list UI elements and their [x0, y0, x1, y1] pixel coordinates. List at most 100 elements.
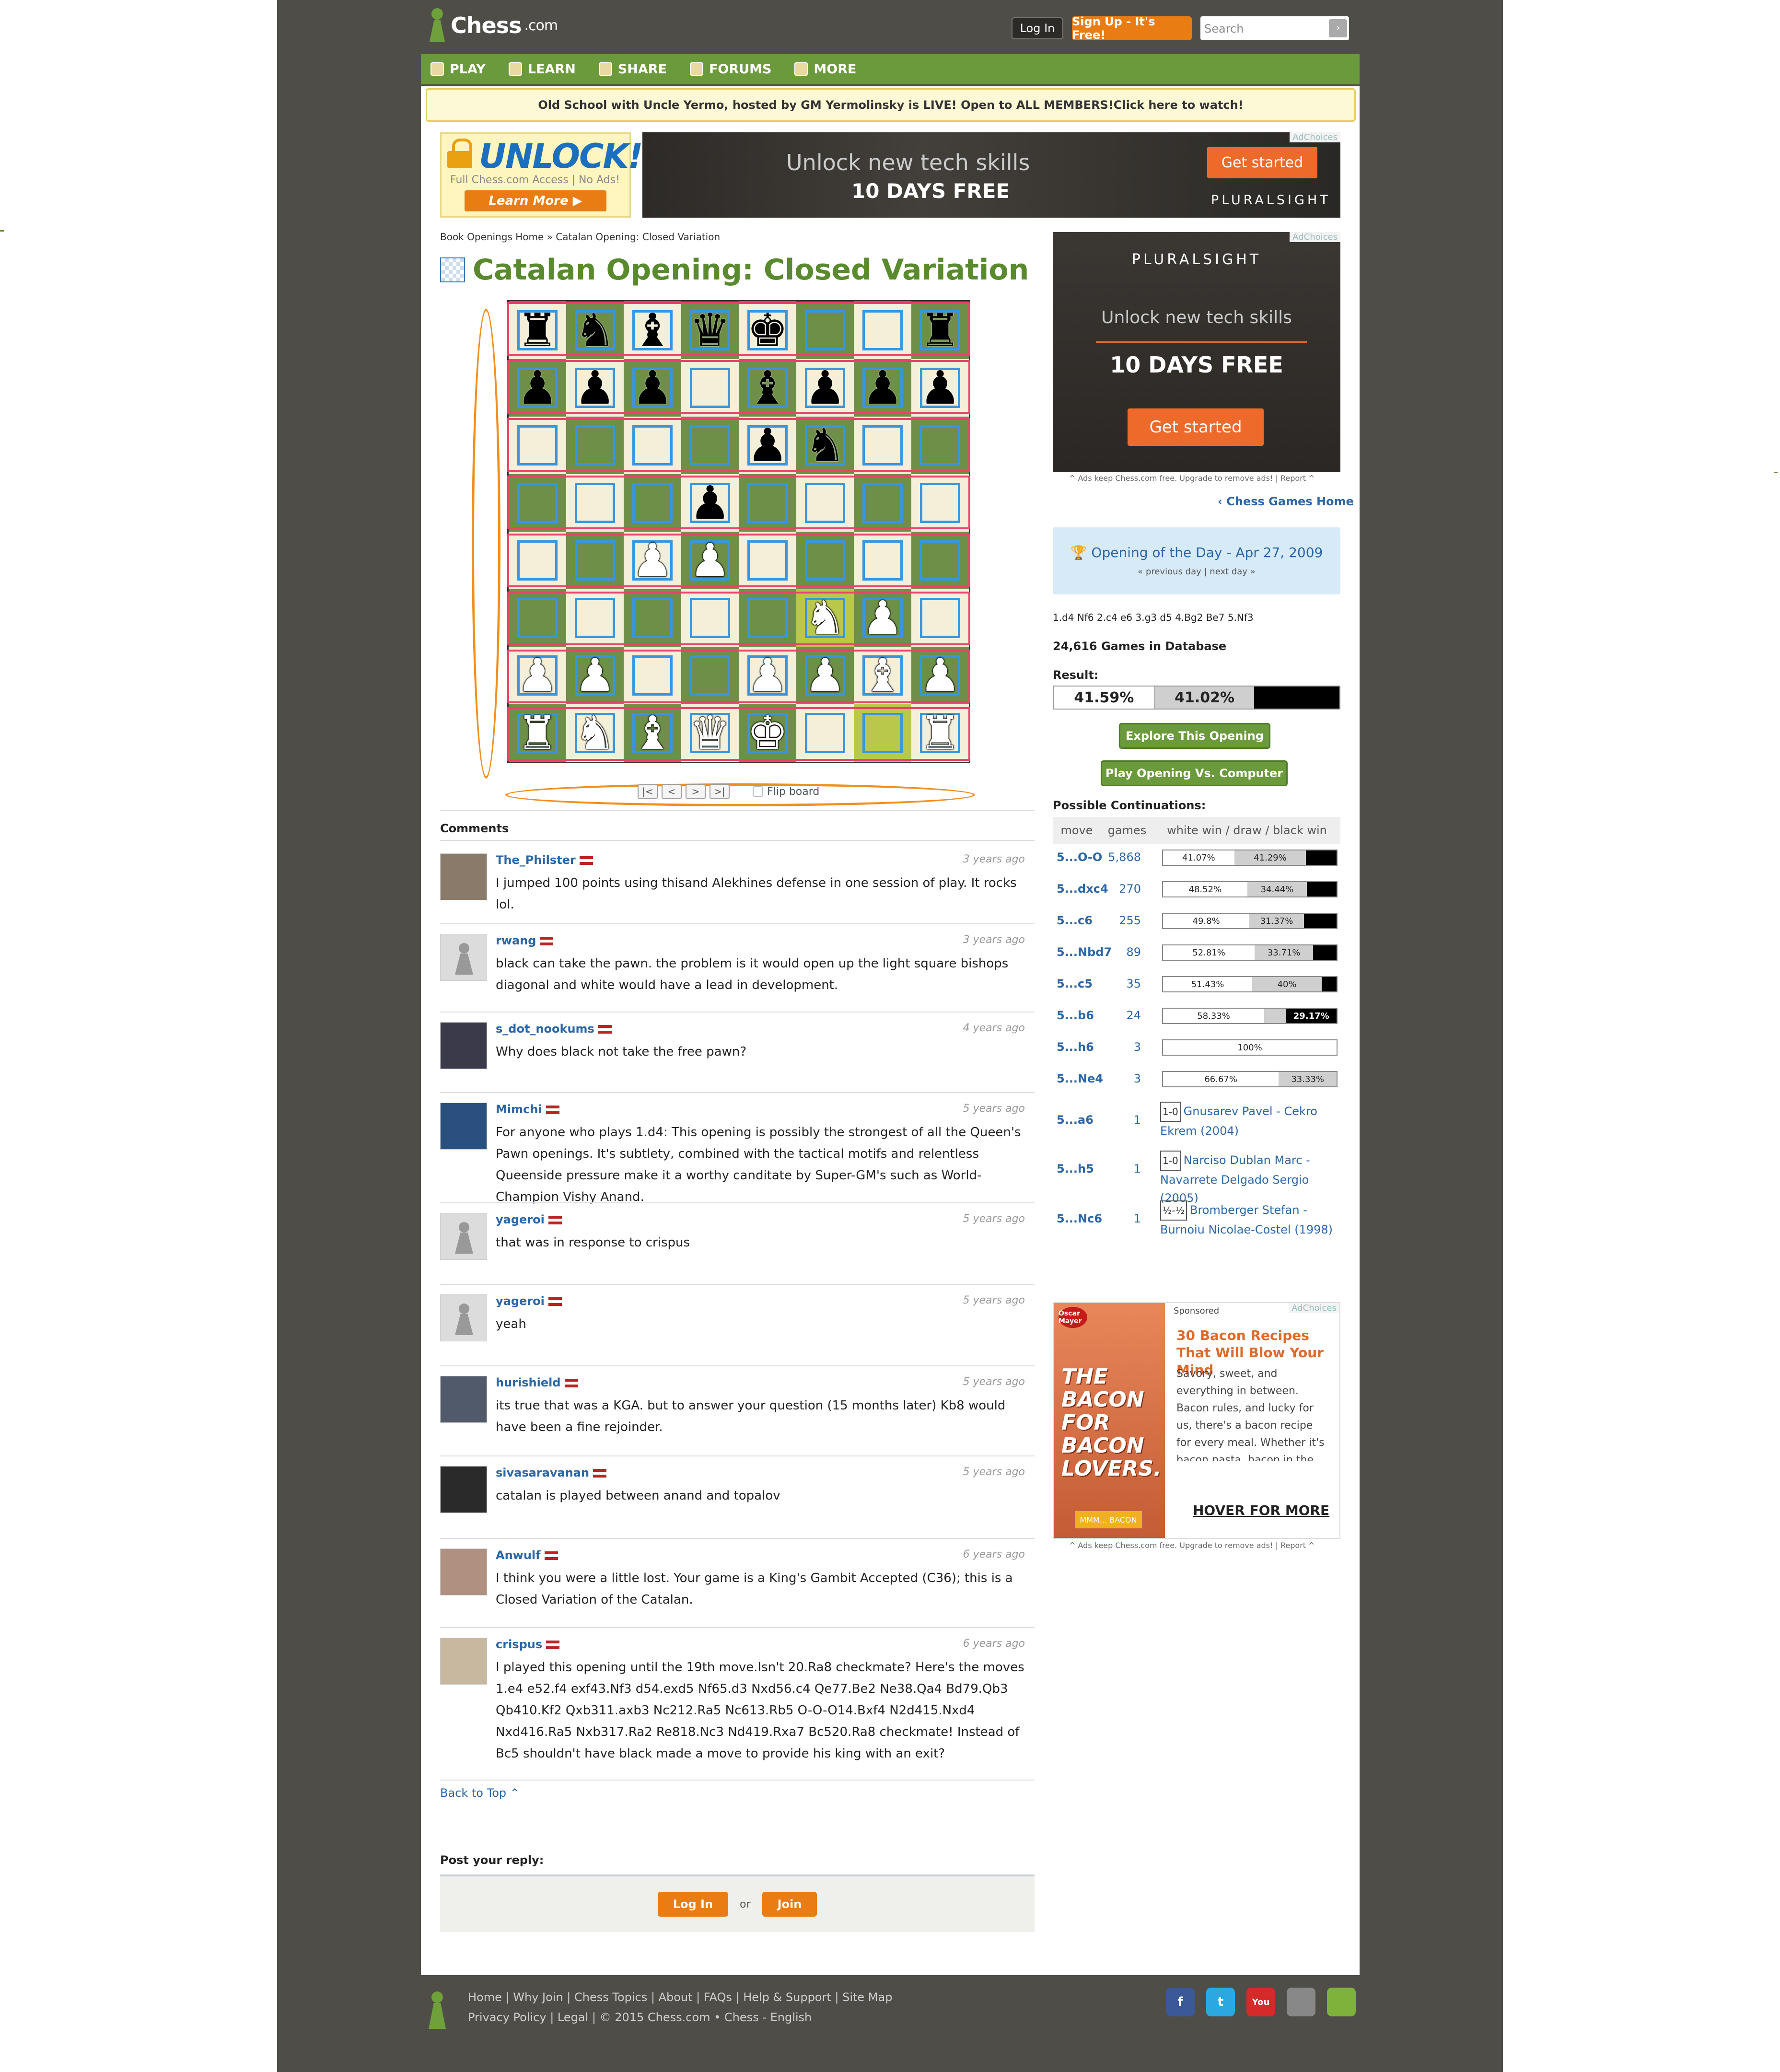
single-game-row[interactable]: 5...Nc6 1 ½-½ Bromberger Stefan - Burnoiu N… — [1053, 1200, 1340, 1246]
board-square[interactable] — [854, 704, 911, 762]
black-piece[interactable]: ♟ — [862, 365, 903, 411]
reply-join-button[interactable]: Join — [762, 1892, 817, 1917]
ad-note[interactable]: ^ Ads keep Chess.com free. Upgrade to re… — [1069, 474, 1315, 483]
board-square[interactable]: ♜ — [911, 704, 969, 762]
continuation-move[interactable]: 5...Nc6 — [1057, 1212, 1102, 1225]
comment-username[interactable]: s_dot_nookums — [496, 1022, 612, 1036]
avatar[interactable] — [440, 1638, 487, 1685]
avatar[interactable] — [440, 934, 487, 981]
comment-username[interactable]: yageroi — [496, 1213, 562, 1226]
white-piece[interactable]: ♟ — [747, 652, 788, 698]
nav-play[interactable]: PLAY — [430, 62, 486, 77]
continuation-row[interactable]: 5...Nbd7 89 52.81% 33.71% — [1053, 943, 1340, 963]
board-square[interactable] — [624, 589, 681, 647]
ootd-nav[interactable]: « previous day | next day » — [1053, 567, 1340, 577]
white-piece[interactable]: ♝ — [862, 652, 903, 698]
continuation-move[interactable]: 5...h5 — [1057, 1162, 1094, 1176]
footer-links-1[interactable]: Home | Why Join | Chess Topics | About |… — [468, 1991, 892, 2004]
board-square[interactable] — [624, 647, 681, 704]
board-square[interactable] — [681, 359, 739, 417]
footer-links-2[interactable]: Privacy Policy | Legal | © 2015 Chess.co… — [468, 2011, 812, 2024]
board-square[interactable] — [854, 532, 911, 589]
board-square[interactable]: ♛ — [681, 704, 739, 762]
board-square[interactable] — [911, 474, 969, 532]
learn-more-button[interactable]: Learn More ▶ — [465, 190, 606, 211]
chess-games-home-link[interactable]: ‹ Chess Games Home — [1218, 495, 1354, 508]
continuation-row[interactable]: 5...c5 35 51.43% 40% — [1053, 975, 1340, 994]
black-piece[interactable]: ♟ — [517, 365, 558, 411]
youtube-icon[interactable]: You — [1246, 1988, 1275, 2016]
avatar[interactable] — [440, 1103, 487, 1150]
avatar[interactable] — [440, 1213, 487, 1260]
board-square[interactable]: ♟ — [911, 359, 969, 417]
board-square[interactable] — [566, 589, 624, 647]
board-square[interactable]: ♜ — [509, 704, 566, 762]
black-piece[interactable]: ♟ — [632, 365, 673, 411]
nav-more[interactable]: MORE — [794, 62, 856, 77]
comment-username[interactable]: Anwulf — [496, 1548, 558, 1562]
comment-username[interactable]: rwang — [496, 934, 554, 947]
board-square[interactable]: ♜ — [911, 302, 969, 359]
board-square[interactable]: ♟ — [624, 359, 681, 417]
board-square[interactable]: ♟ — [566, 359, 624, 417]
ad-note[interactable]: ^ Ads keep Chess.com free. Upgrade to re… — [1069, 1541, 1315, 1550]
white-piece[interactable]: ♟ — [517, 652, 558, 698]
board-square[interactable] — [911, 589, 969, 647]
continuation-move[interactable]: 5...O-O — [1057, 850, 1102, 864]
black-piece[interactable]: ♟ — [689, 480, 731, 526]
board-square[interactable] — [796, 704, 854, 762]
white-piece[interactable]: ♞ — [574, 710, 616, 756]
white-piece[interactable]: ♟ — [804, 652, 846, 698]
board-square[interactable]: ♟ — [509, 647, 566, 704]
adchoices-label[interactable]: AdChoices — [1289, 1303, 1339, 1313]
avatar[interactable] — [440, 1294, 487, 1341]
flip-board-checkbox[interactable] — [753, 786, 763, 797]
white-piece[interactable]: ♞ — [804, 595, 846, 641]
black-piece[interactable]: ♞ — [804, 422, 846, 468]
back-to-top-link[interactable]: Back to Top ⌃ — [440, 1786, 520, 1800]
next-move-button[interactable]: > — [686, 784, 706, 799]
board-square[interactable]: ♟ — [796, 647, 854, 704]
play-vs-computer-button[interactable]: Play Opening Vs. Computer — [1101, 760, 1288, 786]
black-piece[interactable]: ♜ — [919, 307, 961, 353]
board-square[interactable] — [509, 417, 566, 474]
black-piece[interactable]: ♞ — [574, 307, 616, 353]
board-square[interactable] — [854, 417, 911, 474]
avatar[interactable] — [440, 1376, 487, 1423]
continuation-move[interactable]: 5...Ne4 — [1057, 1072, 1103, 1085]
board-square[interactable] — [854, 302, 911, 359]
white-piece[interactable]: ♝ — [632, 710, 673, 756]
board-square[interactable]: ♟ — [739, 647, 796, 704]
continuation-row[interactable]: 5...h6 3 100% — [1053, 1038, 1340, 1058]
white-piece[interactable]: ♟ — [689, 537, 731, 583]
game-link[interactable]: ½-½ Bromberger Stefan - Burnoiu Nicolae-C… — [1160, 1200, 1338, 1239]
live-banner[interactable]: Old School with Uncle Yermo, hosted by G… — [426, 88, 1356, 122]
continuation-move[interactable]: 5...h6 — [1057, 1040, 1094, 1054]
board-square[interactable] — [739, 474, 796, 532]
board-square[interactable]: ♟ — [681, 532, 739, 589]
board-square[interactable]: ♟ — [739, 417, 796, 474]
game-link[interactable]: 1-0 Narciso Dublan Marc - Navarrete Delga… — [1160, 1151, 1338, 1207]
search-go-icon[interactable]: › — [1329, 19, 1347, 37]
board-square[interactable]: ♟ — [911, 647, 969, 704]
black-piece[interactable]: ♚ — [747, 307, 788, 353]
last-move-button[interactable]: >| — [710, 784, 730, 799]
black-piece[interactable]: ♛ — [689, 307, 731, 353]
board-square[interactable] — [681, 647, 739, 704]
hover-for-more-link[interactable]: HOVER FOR MORE — [1193, 1502, 1329, 1518]
continuation-row[interactable]: 5...dxc4 270 48.52% 34.44% — [1053, 880, 1340, 899]
board-square[interactable]: ♞ — [566, 704, 624, 762]
board-square[interactable]: ♟ — [624, 532, 681, 589]
board-square[interactable] — [566, 474, 624, 532]
board-square[interactable]: ♛ — [681, 302, 739, 359]
bacon-ad[interactable]: Oscar Mayer THE BACON FOR BACON LOVERS. … — [1053, 1302, 1340, 1539]
board-square[interactable]: ♟ — [509, 359, 566, 417]
board-square[interactable] — [854, 474, 911, 532]
board-square[interactable]: ♚ — [739, 704, 796, 762]
board-square[interactable] — [624, 474, 681, 532]
continuation-row[interactable]: 5...b6 24 58.33% 29.17% — [1053, 1007, 1340, 1026]
avatar[interactable] — [440, 1548, 487, 1595]
board-square[interactable] — [911, 417, 969, 474]
continuation-row[interactable]: 5...Ne4 3 66.67% 33.33% — [1053, 1070, 1340, 1089]
reply-login-button[interactable]: Log In — [657, 1892, 729, 1917]
